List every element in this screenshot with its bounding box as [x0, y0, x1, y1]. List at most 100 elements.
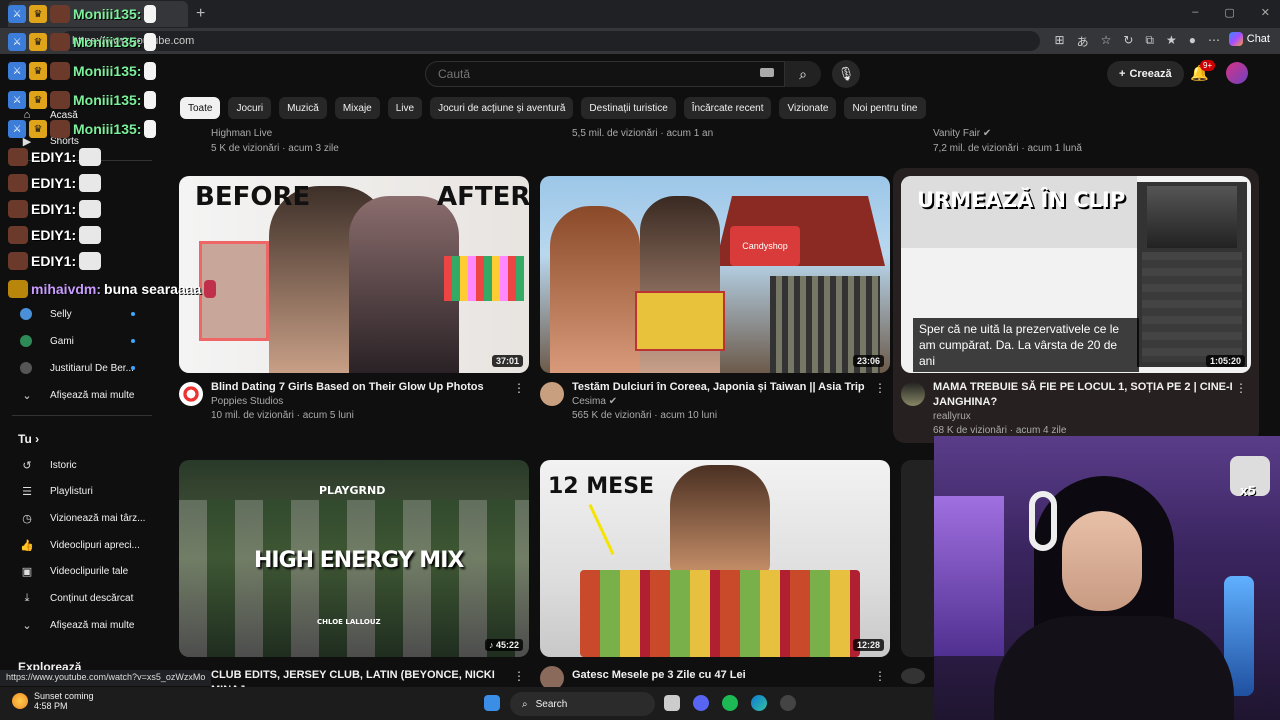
windows-start-icon[interactable]	[484, 695, 500, 711]
filter-chip[interactable]: Jocuri	[228, 97, 272, 119]
extensions-icon[interactable]: ⧉	[1145, 33, 1154, 50]
chat-emote-icon	[50, 33, 70, 51]
more-options-icon[interactable]: ⋮	[874, 669, 886, 683]
sidebar-item-label: Videoclipuri apreci...	[50, 539, 140, 551]
channel-name[interactable]: reallyrux	[933, 411, 971, 422]
channel-avatar[interactable]	[901, 382, 925, 406]
url-field[interactable]: https://www.youtube.com	[60, 31, 1040, 51]
weather-widget[interactable]: Sunset coming 4:58 PM	[12, 691, 94, 711]
search-input[interactable]	[425, 61, 785, 87]
more-options-icon[interactable]: ⋮	[513, 669, 525, 683]
sidebar-item-gami[interactable]: Gami	[0, 328, 165, 354]
video-card[interactable]: URMEAZĂ ÎN CLIP Sper că ne uită la preze…	[901, 176, 1251, 436]
sidebar-item-justitiarul[interactable]: Justitiarul De Ber...	[0, 355, 165, 381]
video-meta-top-1: Highman Live 5 K de vizionări · acum 3 z…	[211, 126, 339, 156]
chat-emote-icon	[50, 91, 70, 109]
channel-row: Cesima ✔	[572, 396, 617, 407]
obs-icon[interactable]	[780, 695, 796, 711]
copilot-chat-button[interactable]: Chat	[1228, 32, 1270, 46]
filter-chip[interactable]: Muzică	[279, 97, 327, 119]
video-thumbnail[interactable]: 12 MESE 12:28	[540, 460, 890, 657]
video-title[interactable]: Gatesc Mesele pe 3 Zile cu 47 Lei	[572, 668, 872, 683]
more-menu-icon[interactable]: ⋯	[1208, 33, 1220, 50]
translate-icon[interactable]: あ	[1077, 33, 1089, 50]
vip-crown-icon: ♛	[29, 91, 47, 109]
channel-name[interactable]: Cesima	[572, 396, 606, 407]
video-duration: ♪ 45:22	[484, 639, 523, 651]
sidebar-item-clock[interactable]: ◷ Vizionează mai târz...	[0, 505, 165, 531]
channel-name[interactable]: Highman Live	[211, 126, 339, 141]
channel-name[interactable]: Vanity Fair	[933, 128, 980, 139]
channel-avatar[interactable]	[901, 668, 925, 684]
taskbar-search[interactable]: ⌕ Search	[510, 692, 655, 716]
maximize-button[interactable]: ▢	[1224, 6, 1234, 19]
video-title[interactable]: MAMA TREBUIE SĂ FIE PE LOCUL 1, SOȚIA PE…	[933, 380, 1233, 410]
filter-chip[interactable]: Mixaje	[334, 97, 380, 119]
thumbnail-text: HIGH ENERGY MIX	[254, 548, 464, 573]
video-thumbnail-partial[interactable]	[901, 460, 934, 657]
channel-name[interactable]: Poppies Studios	[211, 396, 283, 407]
filter-chips: Toate Jocuri Muzică Mixaje Live Jocuri de acț…	[180, 97, 926, 119]
chat-message: EDIY1:	[8, 249, 102, 273]
you-section-header[interactable]: Tu ›	[18, 432, 39, 446]
filter-chip[interactable]: Live	[387, 97, 423, 119]
filter-chip[interactable]: Destinații turistice	[581, 97, 676, 119]
video-stats: 10 mil. de vizionări · acum 5 luni	[211, 410, 354, 421]
sidebar-show-more-subs[interactable]: ⌄ Afișează mai multe	[0, 382, 165, 408]
spotify-icon[interactable]	[722, 695, 738, 711]
filter-chip[interactable]: Noi pentru tine	[844, 97, 926, 119]
chat-username: EDIY1:	[31, 175, 77, 191]
sunset-icon	[12, 693, 28, 709]
sidebar-item-playlist[interactable]: ☰ Playlisturi	[0, 479, 165, 505]
filter-chip[interactable]: Jocuri de acțiune și aventură	[430, 97, 574, 119]
chat-username: Moniii135:	[73, 92, 142, 108]
chevron-down-icon: ⌄	[22, 389, 32, 402]
minimize-button[interactable]: –	[1192, 6, 1198, 19]
favorite-star-icon[interactable]: ☆	[1101, 33, 1112, 50]
more-options-icon[interactable]: ⋮	[1235, 381, 1247, 395]
channel-avatar[interactable]	[179, 382, 203, 406]
video-title[interactable]: Testăm Dulciuri în Coreea, Japonia și Ta…	[572, 380, 872, 395]
thumbnail-meal-boxes	[580, 570, 860, 657]
discord-icon[interactable]	[693, 695, 709, 711]
chat-message: ⚔ ♛ Moniii135:	[8, 30, 157, 54]
close-window-button[interactable]: ✕	[1261, 6, 1270, 19]
filter-chip[interactable]: Încărcate recent	[683, 97, 772, 119]
video-thumbnail[interactable]: BEFORE AFTER 37:01	[179, 176, 529, 373]
video-card[interactable]: PLAYGRND HIGH ENERGY MIX CHLOE LALLOUZ ♪…	[179, 460, 529, 696]
voice-search-button[interactable]: 🎙	[832, 60, 860, 88]
video-card[interactable]: BEFORE AFTER 37:01 Blind Dating 7 Girls …	[179, 176, 529, 426]
video-thumbnail[interactable]: Candyshop 23:06	[540, 176, 890, 373]
edge-icon[interactable]	[751, 695, 767, 711]
video-meta-top-2: 5,5 mil. de vizionări · acum 1 an	[572, 126, 713, 141]
more-options-icon[interactable]: ⋮	[513, 381, 525, 395]
new-tab-button[interactable]: +	[196, 5, 205, 23]
sidebar-item-selly[interactable]: Selly	[0, 301, 165, 327]
create-button[interactable]: + Creează	[1107, 61, 1184, 87]
profile-icon[interactable]: ●	[1189, 33, 1196, 50]
video-thumbnail[interactable]: URMEAZĂ ÎN CLIP Sper că ne uită la preze…	[901, 176, 1251, 373]
filter-chip[interactable]: Toate	[180, 97, 221, 119]
favorites-icon[interactable]: ★	[1166, 33, 1177, 50]
task-view-icon[interactable]	[664, 695, 680, 711]
sidebar-item-thumbs-up[interactable]: 👍 Videoclipuri apreci...	[0, 532, 165, 558]
chat-emote-icon	[79, 252, 102, 270]
sidebar-item-video[interactable]: ▣ Videoclipurile tale	[0, 559, 165, 585]
more-options-icon[interactable]: ⋮	[874, 381, 886, 395]
refresh-icon[interactable]: ↻	[1123, 33, 1133, 50]
chat-emote-icon	[8, 280, 28, 298]
channel-avatar[interactable]	[540, 382, 564, 406]
video-card[interactable]: Candyshop 23:06 Testăm Dulciuri în Coree…	[540, 176, 890, 426]
divider	[12, 415, 152, 416]
sidebar-item-history[interactable]: ↺ Istoric	[0, 452, 165, 478]
video-thumbnail[interactable]: PLAYGRND HIGH ENERGY MIX CHLOE LALLOUZ ♪…	[179, 460, 529, 657]
avatar[interactable]	[1226, 62, 1248, 84]
video-title[interactable]: Blind Dating 7 Girls Based on Their Glow…	[211, 380, 511, 395]
keyboard-icon[interactable]	[760, 68, 774, 77]
sidebar-item-download[interactable]: ⤓ Conținut descărcat	[0, 586, 165, 612]
video-card[interactable]: 12 MESE 12:28 Gatesc Mesele pe 3 Zile cu…	[540, 460, 890, 690]
filter-chip[interactable]: Vizionate	[779, 97, 837, 119]
sidebar-item-chevron-down[interactable]: ⌄ Afișează mai multe	[0, 612, 165, 638]
apps-icon[interactable]: ⊞	[1055, 33, 1065, 50]
search-button[interactable]: ⌕	[785, 61, 821, 87]
